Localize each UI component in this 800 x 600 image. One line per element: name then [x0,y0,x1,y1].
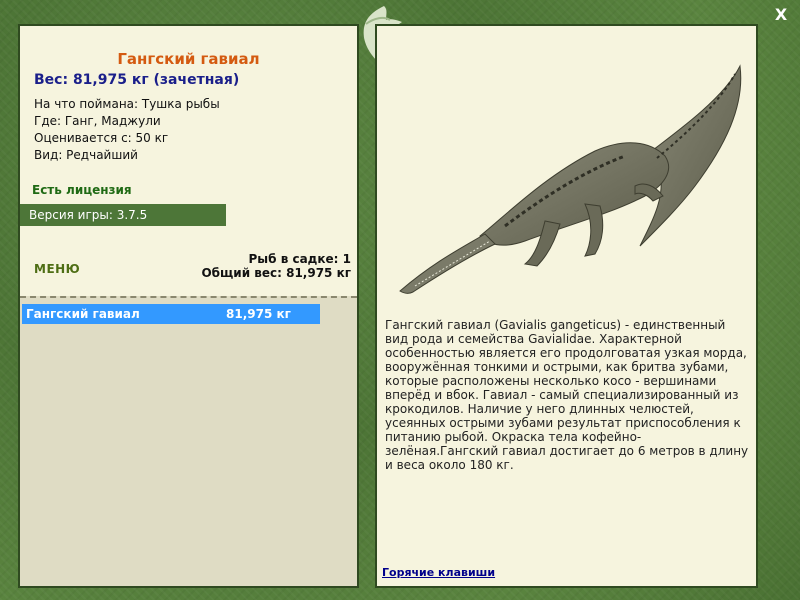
fish-description: Гангский гавиал (Gavialis gangeticus) - … [385,318,749,472]
list-item-name: Гангский гавиал [26,307,140,321]
fish-attributes: На что поймана: Тушка рыбы Где: Ганг, Ма… [34,96,220,164]
total-weight: Общий вес: 81,975 кг [201,266,351,280]
fish-description-panel: Гангский гавиал (Gavialis gangeticus) - … [375,24,758,588]
close-button[interactable]: X [772,6,790,24]
caught-on: На что поймана: Тушка рыбы [34,97,220,111]
hotkeys-link[interactable]: Горячие клавиши [382,566,495,579]
fish-weight: Вес: 81,975 кг (зачетная) [34,72,240,88]
fish-info-panel: Гангский гавиал Вес: 81,975 кг (зачетная… [18,24,359,588]
fish-kind: Вид: Редчайший [34,148,138,162]
menu-button[interactable]: МЕНЮ [34,262,80,276]
list-item-weight: 81,975 кг [226,307,291,321]
valued-from: Оценивается с: 50 кг [34,131,169,145]
game-version-bar: Версия игры: 3.7.5 [20,204,226,226]
fish-name: Гангский гавиал [117,50,260,68]
cage-stats: Рыб в садке: 1 Общий вес: 81,975 кг [201,252,351,280]
fish-in-cage: Рыб в садке: 1 [248,252,352,266]
list-item[interactable]: Гангский гавиал 81,975 кг [22,304,320,324]
fish-details: Гангский гавиал Вес: 81,975 кг (зачетная… [20,26,357,296]
license-status: Есть лицензия [32,183,132,197]
gharial-image [399,64,742,294]
catch-list: Гангский гавиал 81,975 кг [20,296,357,586]
catch-location: Где: Ганг, Маджули [34,114,161,128]
